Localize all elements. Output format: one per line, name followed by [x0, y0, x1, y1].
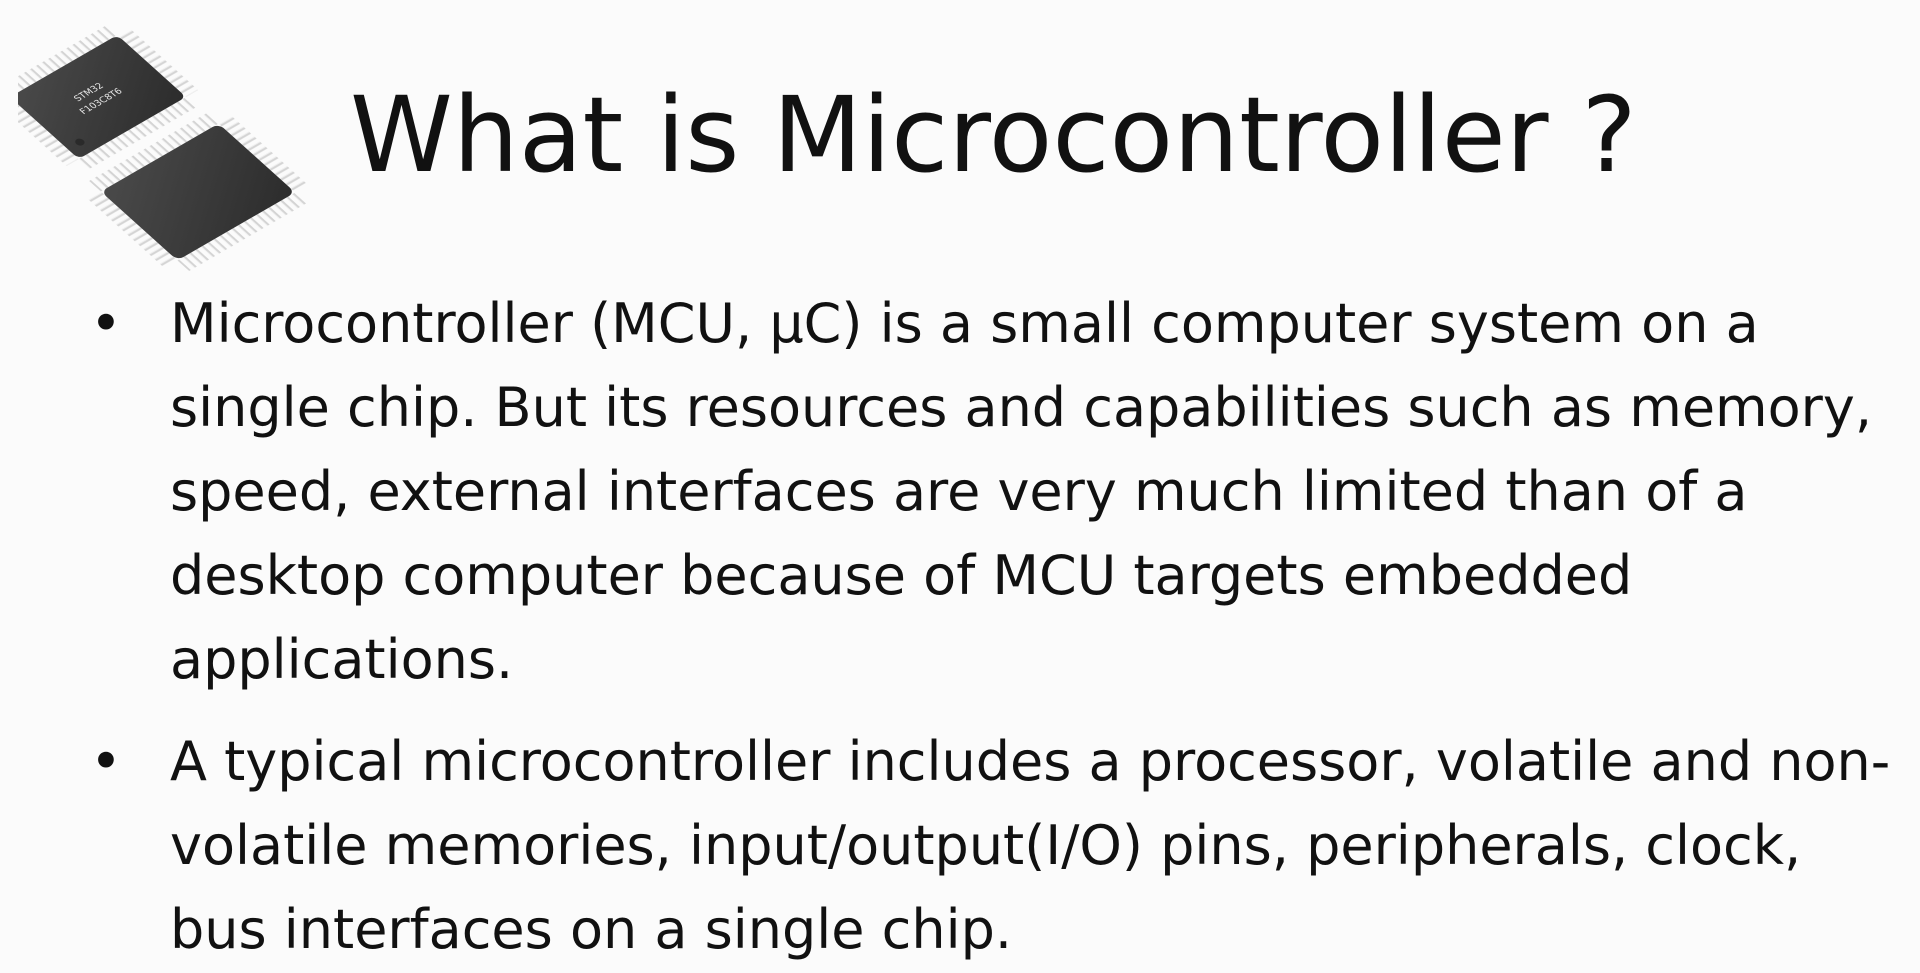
bullet-marker: • [90, 292, 122, 355]
bullet-text: A typical microcontroller includes a pro… [170, 730, 1891, 961]
bullet-item: • A typical microcontroller includes a p… [90, 720, 1900, 972]
bullet-list: • Microcontroller (MCU, µC) is a small c… [90, 282, 1900, 973]
slide: STM32 F103C8T6 What is Microcontroller ?… [0, 0, 1920, 973]
microcontroller-chip-icon: STM32 F103C8T6 [18, 22, 318, 282]
bullet-marker: • [90, 730, 122, 793]
slide-title: What is Microcontroller ? [350, 74, 1637, 196]
bullet-text: Microcontroller (MCU, µC) is a small com… [170, 292, 1873, 691]
bullet-item: • Microcontroller (MCU, µC) is a small c… [90, 282, 1900, 702]
